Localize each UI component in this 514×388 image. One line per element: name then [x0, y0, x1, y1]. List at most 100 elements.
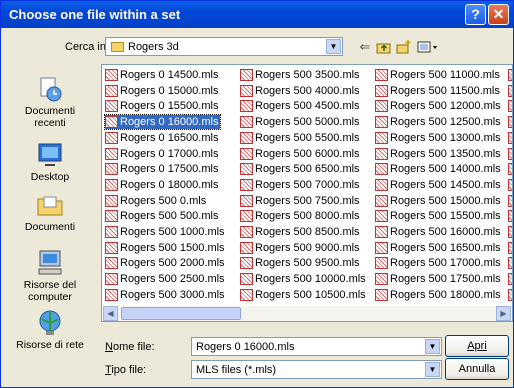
file-item[interactable]: Rogers 0 15500.mls [105, 99, 220, 113]
file-item[interactable]: Rogers 500 6000.mls [240, 147, 362, 161]
file-item[interactable]: Rogers 500 9000.mls [240, 241, 362, 255]
mls-file-icon[interactable] [508, 178, 512, 192]
place-recent-documents[interactable]: Documenti recenti [3, 75, 97, 129]
back-arrow-icon[interactable]: ⇐ [357, 39, 373, 55]
mls-file-icon[interactable] [508, 162, 512, 176]
mls-file-icon[interactable] [508, 99, 512, 113]
help-button[interactable]: ? [465, 4, 486, 25]
mls-file-icon [508, 147, 512, 160]
place-documents[interactable]: Documenti [3, 191, 97, 233]
file-item[interactable]: Rogers 500 1000.mls [105, 225, 227, 239]
file-item[interactable]: Rogers 500 11000.mls [375, 68, 502, 82]
file-item[interactable]: Rogers 500 10000.mls [240, 272, 368, 286]
horizontal-scrollbar[interactable]: ◀ ▶ [103, 306, 511, 321]
title-bar[interactable]: Choose one file within a set ? ✕ [1, 1, 513, 28]
mls-file-icon[interactable] [508, 288, 512, 302]
file-name: Rogers 0 14500.mls [120, 69, 219, 81]
file-item[interactable]: Rogers 500 16500.mls [375, 241, 503, 255]
place-desktop[interactable]: Desktop [3, 141, 97, 183]
new-folder-icon[interactable] [396, 39, 412, 55]
file-name: Rogers 500 16500.mls [390, 241, 501, 254]
file-item[interactable]: Rogers 500 17000.mls [375, 256, 503, 270]
mls-file-icon[interactable] [508, 256, 512, 270]
file-item[interactable]: Rogers 0 15000.mls [105, 84, 220, 98]
place-label: Risorse del [23, 279, 77, 291]
file-item[interactable]: Rogers 0 16500.mls [105, 131, 220, 145]
file-item[interactable]: Rogers 500 11500.mls [375, 84, 502, 98]
file-item[interactable]: Rogers 0 17000.mls [105, 147, 220, 161]
file-item[interactable]: Rogers 500 3000.mls [105, 288, 227, 302]
place-my-computer[interactable]: Risorse del computer [3, 249, 97, 303]
file-item[interactable]: Rogers 500 3500.mls [240, 68, 362, 82]
mls-file-icon [105, 288, 118, 301]
file-item[interactable]: Rogers 500 4500.mls [240, 99, 362, 113]
computer-icon [38, 250, 62, 275]
mls-file-icon[interactable] [508, 209, 512, 223]
file-item[interactable]: Rogers 500 8500.mls [240, 225, 362, 239]
mls-file-icon[interactable] [508, 194, 512, 208]
file-item[interactable]: Rogers 500 14500.mls [375, 178, 503, 192]
scrollbar-thumb[interactable] [121, 307, 241, 320]
mls-file-icon[interactable] [508, 115, 512, 129]
file-item[interactable]: Rogers 0 18000.mls [105, 178, 220, 192]
mls-file-icon[interactable] [508, 131, 512, 145]
file-item[interactable]: Rogers 500 14000.mls [375, 162, 503, 176]
mls-file-icon[interactable] [508, 147, 512, 161]
file-item[interactable]: Rogers 500 15000.mls [375, 194, 503, 208]
file-item[interactable]: Rogers 500 12000.mls [375, 99, 503, 113]
file-item[interactable]: Rogers 500 7500.mls [240, 194, 362, 208]
file-name: Rogers 500 3000.mls [120, 288, 225, 301]
file-item[interactable]: Rogers 500 5000.mls [240, 115, 362, 129]
lookin-value: Rogers 3d [128, 41, 179, 53]
file-item[interactable]: Rogers 500 8000.mls [240, 209, 362, 223]
mls-file-icon[interactable] [508, 84, 512, 98]
close-button[interactable]: ✕ [488, 4, 509, 25]
filename-field[interactable]: Rogers 0 16000.mls ▼ [191, 337, 442, 356]
folder-up-icon[interactable] [376, 39, 392, 55]
mls-file-icon [240, 100, 253, 113]
file-item[interactable]: Rogers 500 5500.mls [240, 131, 362, 145]
file-item[interactable]: Rogers 500 9500.mls [240, 256, 362, 270]
file-name: Rogers 500 11500.mls [390, 84, 500, 97]
file-item[interactable]: Rogers 0 17500.mls [105, 162, 220, 176]
file-item[interactable]: Rogers 500 7000.mls [240, 178, 362, 192]
lookin-combo[interactable]: Rogers 3d ▼ [105, 37, 343, 56]
file-item[interactable]: Rogers 500 17500.mls [375, 272, 503, 286]
filetype-select[interactable]: MLS files (*.mls) ▼ [191, 360, 442, 379]
mls-file-icon[interactable] [508, 241, 512, 255]
file-item[interactable]: Rogers 500 12500.mls [375, 115, 503, 129]
chevron-down-icon[interactable]: ▼ [425, 362, 440, 377]
file-item[interactable]: Rogers 500 10500.mls [240, 288, 368, 302]
file-list[interactable]: ◀ ▶ Rogers 0 14500.mls Rogers 0 15000.mls… [101, 64, 513, 322]
place-network[interactable]: Risorse di rete [3, 309, 97, 351]
file-name: Rogers 0 18000.mls [120, 178, 219, 191]
file-item[interactable]: Rogers 500 16000.mls [375, 225, 503, 239]
file-item[interactable]: Rogers 500 13500.mls [375, 147, 503, 161]
file-name: Rogers 500 13000.mls [390, 131, 501, 144]
scroll-left-icon[interactable]: ◀ [103, 306, 118, 321]
file-item[interactable]: Rogers 500 500.mls [105, 209, 220, 223]
file-item[interactable]: Rogers 500 6500.mls [240, 162, 362, 176]
chevron-down-icon[interactable]: ▼ [425, 339, 440, 354]
file-item[interactable]: Rogers 500 0.mls [105, 194, 208, 208]
mls-file-icon[interactable] [508, 225, 512, 239]
file-item[interactable]: Rogers 500 2000.mls [105, 256, 227, 270]
mls-file-icon[interactable] [508, 272, 512, 286]
view-menu-icon[interactable] [417, 39, 439, 55]
file-item[interactable]: Rogers 500 13000.mls [375, 131, 503, 145]
place-label: Risorse di rete [16, 339, 84, 351]
chevron-down-icon[interactable]: ▼ [326, 39, 341, 54]
mls-file-icon [375, 210, 388, 223]
scroll-right-icon[interactable]: ▶ [496, 306, 511, 321]
file-item[interactable]: Rogers 0 16000.mls [103, 114, 222, 131]
file-item[interactable]: Rogers 500 18000.mls [375, 288, 503, 302]
mls-file-icon[interactable] [508, 68, 512, 82]
file-item[interactable]: Rogers 500 2500.mls [105, 272, 227, 286]
file-item[interactable]: Rogers 500 15500.mls [375, 209, 503, 223]
file-item[interactable]: Rogers 500 1500.mls [105, 241, 227, 255]
open-button[interactable]: Apri [445, 335, 509, 357]
cancel-button[interactable]: Annulla [445, 358, 509, 380]
mls-file-icon [508, 131, 512, 144]
file-item[interactable]: Rogers 500 4000.mls [240, 84, 362, 98]
file-item[interactable]: Rogers 0 14500.mls [105, 68, 220, 82]
